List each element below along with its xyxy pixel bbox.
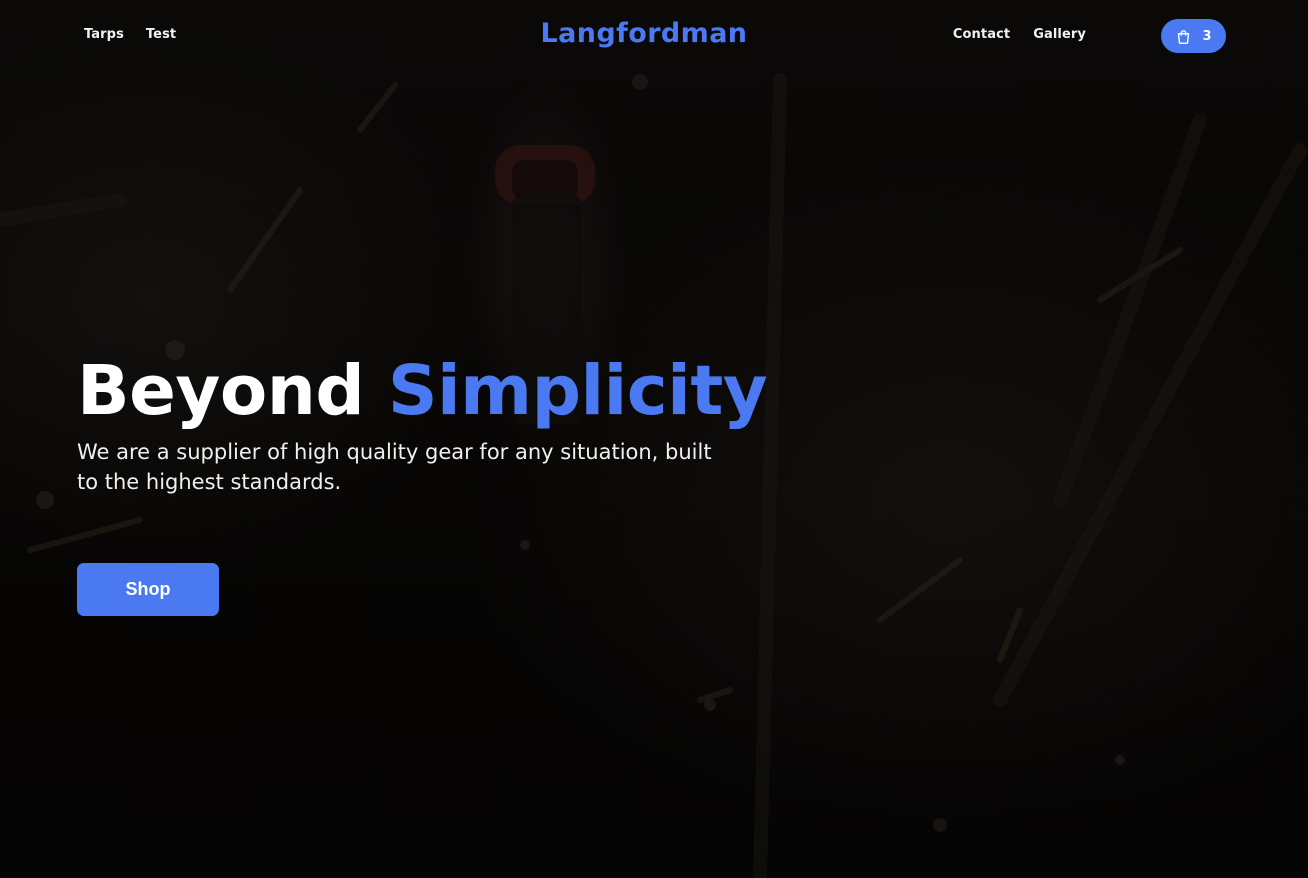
shop-button[interactable]: Shop [77, 563, 219, 616]
shopping-bag-icon [1175, 28, 1192, 45]
hero-section: Beyond Simplicity We are a supplier of h… [77, 350, 777, 497]
nav-link-gallery[interactable]: Gallery [1033, 27, 1086, 42]
hero-subtitle: We are a supplier of high quality gear f… [77, 440, 712, 494]
hero-title: Beyond Simplicity [77, 350, 777, 432]
hero-title-word-1: Beyond [77, 351, 365, 431]
cart-count-badge: 3 [1202, 28, 1212, 44]
nav-link-contact[interactable]: Contact [953, 27, 1010, 42]
hero-title-word-2: Simplicity [387, 351, 768, 431]
nav-right-links: Contact Gallery [953, 27, 1086, 42]
cart-button[interactable]: 3 [1161, 19, 1226, 53]
brand-logo[interactable]: Langfordman [0, 18, 1288, 49]
landing-page: Tarps Test Langfordman Contact Gallery 3… [0, 0, 1308, 878]
top-navbar: Tarps Test Langfordman Contact Gallery 3 [0, 0, 1308, 72]
